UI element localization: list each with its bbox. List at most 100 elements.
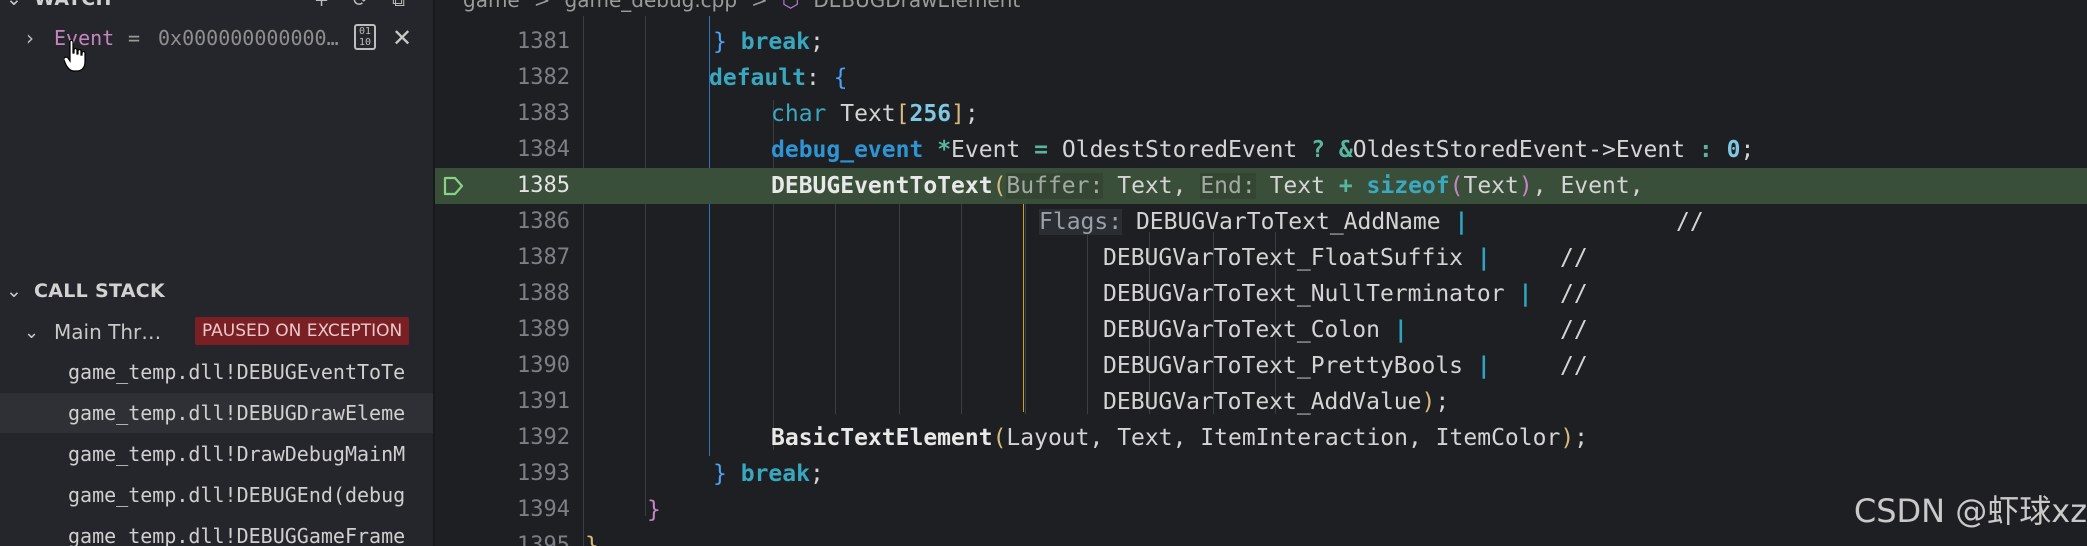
code-token: ]	[951, 101, 965, 127]
current-execution-arrow-icon[interactable]	[443, 176, 465, 196]
stack-frame-label: game_temp.dll!DrawDebugMainM	[68, 442, 406, 466]
breadcrumb: game > game_debug.cpp > ⬡ DEBUGDrawEleme…	[435, 0, 2087, 16]
code-token: )	[1421, 389, 1436, 415]
call-stack-section-header[interactable]: ⌄ CALL STACK	[0, 274, 433, 308]
stack-frame[interactable]: game_temp.dll!DrawDebugMainM	[0, 434, 433, 474]
code-token: 0	[1726, 137, 1741, 163]
code-token: DEBUGVarToText_NullTerminator	[1103, 281, 1505, 307]
code-line[interactable]: 1383 char Text[256];	[435, 96, 2087, 132]
code-line[interactable]: 1386 Flags: DEBUGVarToText_AddName | //	[435, 204, 2087, 240]
code-line[interactable]: 1381 } break;	[435, 24, 2087, 60]
code-line[interactable]: 1389 DEBUGVarToText_Colon | //	[435, 312, 2087, 348]
code-token: )	[1518, 173, 1533, 199]
refresh-icon[interactable]: ⟳	[353, 0, 368, 11]
stack-frame-label: game_temp.dll!DEBUGEnd(debug	[68, 483, 406, 507]
line-number: 1387	[517, 245, 570, 270]
code-token: Text	[1463, 173, 1519, 199]
code-token: Event	[1560, 173, 1630, 199]
stack-frame[interactable]: game_temp.dll!DEBUGEnd(debug	[0, 475, 433, 515]
stack-frame[interactable]: game_temp.dll!DEBUGGameFrame	[0, 516, 433, 546]
code-token: 256	[909, 101, 952, 127]
inlay-hint: End:	[1200, 173, 1256, 199]
code-token: break	[740, 461, 810, 487]
line-number: 1390	[517, 353, 570, 378]
code-token: char	[771, 101, 827, 127]
breadcrumb-folder[interactable]: game	[463, 0, 520, 12]
code-line[interactable]: 1387 DEBUGVarToText_FloatSuffix | //	[435, 240, 2087, 276]
code-token: +	[1338, 173, 1353, 199]
line-number: 1382	[517, 65, 570, 90]
debug-sidebar: ⌄ WATCH + ⟳ ⧉ › Event = 0x000000000000… …	[0, 0, 433, 546]
remove-expression-icon[interactable]: ✕	[392, 24, 412, 52]
code-token: OldestStoredEvent	[1061, 137, 1298, 163]
code-token: ;	[964, 101, 979, 127]
code-token: ,	[1532, 173, 1561, 199]
watermark: CSDN @虾球xz	[1853, 492, 2087, 530]
paused-on-exception-badge: PAUSED ON EXCEPTION	[195, 317, 410, 345]
code-token: ;	[1740, 137, 1755, 163]
code-line[interactable]: 1384 debug_event *Event = OldestStoredEv…	[435, 132, 2087, 168]
code-token: debug_event	[771, 137, 924, 163]
code-line[interactable]: 1393 } break;	[435, 456, 2087, 492]
code-line[interactable]: 1382 default: {	[435, 60, 2087, 96]
line-number: 1383	[517, 101, 570, 126]
code-token: Text	[840, 101, 896, 127]
inlay-hint: Buffer:	[1006, 173, 1104, 199]
code-token: ;	[809, 29, 824, 55]
code-token: }	[585, 533, 599, 546]
code-line[interactable]: 1390 DEBUGVarToText_PrettyBools | //	[435, 348, 2087, 384]
code-token: )	[1560, 425, 1575, 451]
line-number: 1395	[517, 533, 570, 546]
code-token: DEBUGVarToText_FloatSuffix	[1103, 245, 1464, 271]
line-number: 1391	[517, 389, 570, 414]
code-comment: //	[1560, 317, 1588, 343]
chevron-right-icon[interactable]: ›	[26, 26, 34, 50]
code-token: ;	[1435, 389, 1450, 415]
breadcrumb-symbol[interactable]: DEBUGDrawElement	[813, 0, 1020, 12]
breadcrumb-separator: >	[533, 0, 551, 12]
code-token: :	[805, 65, 834, 91]
code-line-current[interactable]: 1385 DEBUGEventToText(Buffer: Text, End:…	[435, 168, 2087, 204]
code-token: [	[895, 101, 910, 127]
code-token: ,	[1629, 173, 1644, 199]
view-binary-data-icon[interactable]: 01 10	[354, 24, 376, 50]
code-token: }	[713, 29, 727, 55]
code-token: DEBUGEventToText	[771, 173, 993, 199]
line-number: 1386	[517, 209, 570, 234]
thread-row[interactable]: ⌄ Main Thr… PAUSED ON EXCEPTION	[0, 314, 433, 350]
code-line[interactable]: 1388 DEBUGVarToText_NullTerminator | //	[435, 276, 2087, 312]
symbol-method-icon: ⬡	[781, 0, 800, 12]
collapse-all-icon[interactable]: ⧉	[392, 0, 405, 11]
watch-title: WATCH	[34, 0, 112, 10]
code-token: Text	[1117, 173, 1173, 199]
code-comment: //	[1560, 245, 1588, 271]
code-token: Event	[951, 137, 1021, 163]
code-line[interactable]: 1395 }	[435, 528, 2087, 546]
code-token: ?	[1311, 137, 1325, 163]
code-line[interactable]: 1394 }	[435, 492, 2087, 528]
code-token: (	[992, 425, 1007, 451]
stack-frame-selected[interactable]: game_temp.dll!DEBUGDrawEleme	[0, 393, 433, 433]
code-token: ,	[1172, 173, 1201, 199]
code-editor[interactable]: game > game_debug.cpp > ⬡ DEBUGDrawEleme…	[435, 0, 2087, 546]
chevron-down-icon: ⌄	[24, 321, 40, 343]
code-line[interactable]: 1391 DEBUGVarToText_AddValue);	[435, 384, 2087, 420]
code-token: |	[1518, 281, 1533, 307]
breadcrumb-separator: >	[751, 0, 768, 12]
code-comment: //	[1560, 281, 1588, 307]
stack-frame-label: game_temp.dll!DEBUGEventToTe	[68, 360, 406, 384]
code-token: DEBUGVarToText_AddName	[1135, 209, 1441, 235]
line-number: 1389	[517, 317, 570, 342]
code-token: |	[1476, 353, 1491, 379]
chevron-down-icon: ⌄	[6, 280, 23, 302]
code-token: |	[1454, 209, 1469, 235]
ide-window: ⌄ WATCH + ⟳ ⧉ › Event = 0x000000000000… …	[0, 0, 2087, 546]
breadcrumb-file[interactable]: game_debug.cpp	[565, 0, 738, 12]
stack-frame[interactable]: game_temp.dll!DEBUGEventToTe	[0, 352, 433, 392]
add-expression-icon[interactable]: +	[314, 0, 329, 11]
code-line[interactable]: 1392 BasicTextElement(Layout, Text, Item…	[435, 420, 2087, 456]
line-number: 1394	[517, 497, 570, 522]
watch-equals: =	[128, 26, 141, 50]
line-number: 1392	[517, 425, 570, 450]
code-token: (	[992, 173, 1007, 199]
